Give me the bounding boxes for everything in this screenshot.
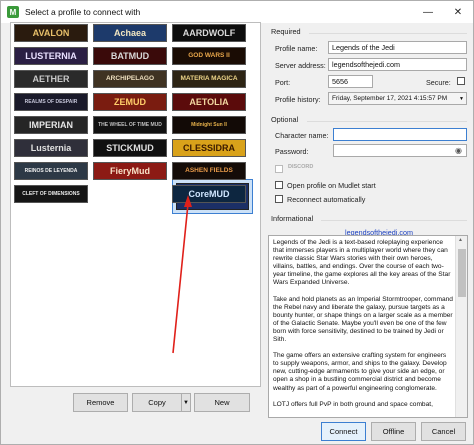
description-box[interactable]: Legends of the Jedi is a text-based role… xyxy=(268,235,468,418)
minimize-button[interactable]: — xyxy=(413,1,443,23)
profile-tile[interactable]: AETOLIA xyxy=(172,93,246,111)
profile-tile[interactable]: CoreMUD xyxy=(172,185,246,203)
profile-tile[interactable]: GOD WARS II xyxy=(172,47,246,65)
profile-tile-label: CLEFT OF DIMENSIONS xyxy=(22,190,80,197)
scroll-up-icon[interactable]: ▲ xyxy=(458,237,463,243)
profile-tile[interactable]: IMPERIAN xyxy=(14,116,88,134)
chevron-down-icon: ▼ xyxy=(459,95,464,102)
cancel-button[interactable]: Cancel xyxy=(421,422,466,441)
profile-tile[interactable]: REALMS OF DESPAIR xyxy=(14,93,88,111)
profile-tile[interactable]: Midnight Sun II xyxy=(172,116,246,134)
profile-tile[interactable]: REINOS DE LEYENDA xyxy=(14,162,88,180)
profile-tile-label: REALMS OF DESPAIR xyxy=(24,98,78,105)
profile-tile-label: Achaea xyxy=(113,27,147,38)
profile-tile[interactable]: Achaea xyxy=(93,24,167,42)
profile-history-select[interactable]: Friday, September 17, 2021 4:15:57 PM ▼ xyxy=(328,92,467,105)
profile-tile[interactable]: BATMUD xyxy=(93,47,167,65)
password-field[interactable] xyxy=(333,144,467,157)
profile-tile[interactable]: MATERIA MAGICA xyxy=(172,70,246,88)
profile-tile[interactable]: CLESSIDRA xyxy=(172,139,246,157)
profile-tile-label: CLESSIDRA xyxy=(182,142,235,153)
profile-tile-label: AETHER xyxy=(32,73,70,84)
profile-tile-label: CoreMUD xyxy=(188,188,230,199)
open-on-start-label: Open profile on Mudlet start xyxy=(287,181,376,190)
profile-tile-label: STICKMUD xyxy=(106,142,154,153)
profile-tile-label: IMPERIAN xyxy=(28,119,73,130)
profile-tile[interactable]: ARCHIPELAGO xyxy=(93,70,167,88)
profile-tile[interactable]: AVALON xyxy=(14,24,88,42)
secure-label: Secure: xyxy=(426,78,451,87)
profile-tile-label: ASHEN FIELDS xyxy=(185,166,233,174)
required-section-heading: Required xyxy=(271,27,467,36)
profile-tile[interactable]: CLEFT OF DIMENSIONS xyxy=(14,185,88,203)
close-button[interactable]: ✕ xyxy=(443,1,473,23)
reconnect-label: Reconnect automatically xyxy=(287,195,366,204)
informational-section-heading: Informational xyxy=(271,214,467,223)
open-on-start-checkbox[interactable] xyxy=(275,181,283,189)
mudlet-icon: M xyxy=(7,6,19,18)
profile-tile-label: ZEMUD xyxy=(114,96,146,107)
reconnect-checkbox[interactable] xyxy=(275,195,283,203)
window-title: Select a profile to connect with xyxy=(25,7,141,17)
server-address-field[interactable]: legendsofthejedi.com xyxy=(328,58,467,71)
profile-tile[interactable]: ASHEN FIELDS xyxy=(172,162,246,180)
profile-tile[interactable]: Lusternia xyxy=(14,139,88,157)
profile-name-label: Profile name: xyxy=(275,44,318,53)
profile-tile-label: AARDWOLF xyxy=(182,27,236,38)
profile-tile-label: BATMUD xyxy=(110,50,150,61)
profile-tile-label: MATERIA MAGICA xyxy=(180,74,238,82)
description-paragraph: LOTJ offers full PvP in both ground and … xyxy=(273,400,433,408)
profile-tile-label: REINOS DE LEYENDA xyxy=(24,167,78,174)
profile-tile[interactable]: STICKMUD xyxy=(93,139,167,157)
description-paragraph: Take and hold planets as an Imperial Sto… xyxy=(273,295,453,344)
description-paragraph: The game offers an extensive crafting sy… xyxy=(273,352,447,392)
profile-tile-label: Midnight Sun II xyxy=(191,121,227,128)
profile-tile-label: LUSTERNIA xyxy=(25,50,77,61)
profile-tile-label: GOD WARS II xyxy=(188,51,230,59)
scrollbar-thumb[interactable] xyxy=(458,249,466,297)
port-label: Port: xyxy=(275,78,291,87)
profile-history-value: Friday, September 17, 2021 4:15:57 PM xyxy=(332,95,448,102)
password-label: Password: xyxy=(275,147,309,156)
character-name-label: Character name: xyxy=(275,131,329,140)
character-name-field[interactable] xyxy=(333,128,467,141)
copy-button[interactable]: Copy xyxy=(132,393,182,412)
copy-menu-arrow[interactable]: ▼ xyxy=(181,393,191,412)
profile-history-label: Profile history: xyxy=(275,95,321,104)
profile-tile-label: AVALON xyxy=(32,27,70,38)
profile-tile[interactable]: AARDWOLF xyxy=(172,24,246,42)
optional-section-heading: Optional xyxy=(271,115,467,124)
profile-tile[interactable]: AETHER xyxy=(14,70,88,88)
description-text: Legends of the Jedi is a text-based role… xyxy=(273,239,453,417)
description-scrollbar[interactable]: ▲ xyxy=(455,236,467,417)
profile-tile-label: AETOLIA xyxy=(189,96,229,107)
new-button[interactable]: New xyxy=(194,393,250,412)
profile-tile[interactable]: THE WHEEL OF TIME MUD xyxy=(93,116,167,134)
eye-icon[interactable]: ◉ xyxy=(455,146,462,155)
discord-checkbox[interactable] xyxy=(275,165,283,173)
profile-tile[interactable]: ZEMUD xyxy=(93,93,167,111)
profile-dialog: M Select a profile to connect with — ✕ A… xyxy=(0,0,474,445)
secure-checkbox[interactable] xyxy=(457,77,465,85)
profile-list[interactable]: AVALON Achaea AARDWOLF LUSTERNIA BATMUD GOD W… xyxy=(10,22,261,387)
title-bar: M Select a profile to connect with — ✕ xyxy=(1,1,473,23)
remove-button[interactable]: Remove xyxy=(73,393,128,412)
chevron-down-icon: ▼ xyxy=(183,399,189,406)
profile-tile-label: Lusternia xyxy=(30,142,72,153)
profile-tile[interactable]: FieryMud xyxy=(93,162,167,180)
profile-tile-label: FieryMud xyxy=(109,165,150,176)
profile-tile-label: ARCHIPELAGO xyxy=(105,74,155,82)
connect-button[interactable]: Connect xyxy=(321,422,366,441)
profile-tile-label: THE WHEEL OF TIME MUD xyxy=(98,121,162,128)
description-paragraph: Legends of the Jedi is a text-based role… xyxy=(273,239,451,287)
offline-button[interactable]: Offline xyxy=(371,422,416,441)
discord-label: DISCORD xyxy=(288,164,314,170)
server-address-label: Server address: xyxy=(275,61,326,70)
port-field[interactable]: 5656 xyxy=(328,75,373,88)
profile-tile[interactable]: LUSTERNIA xyxy=(14,47,88,65)
profile-name-field[interactable]: Legends of the Jedi xyxy=(328,41,467,54)
